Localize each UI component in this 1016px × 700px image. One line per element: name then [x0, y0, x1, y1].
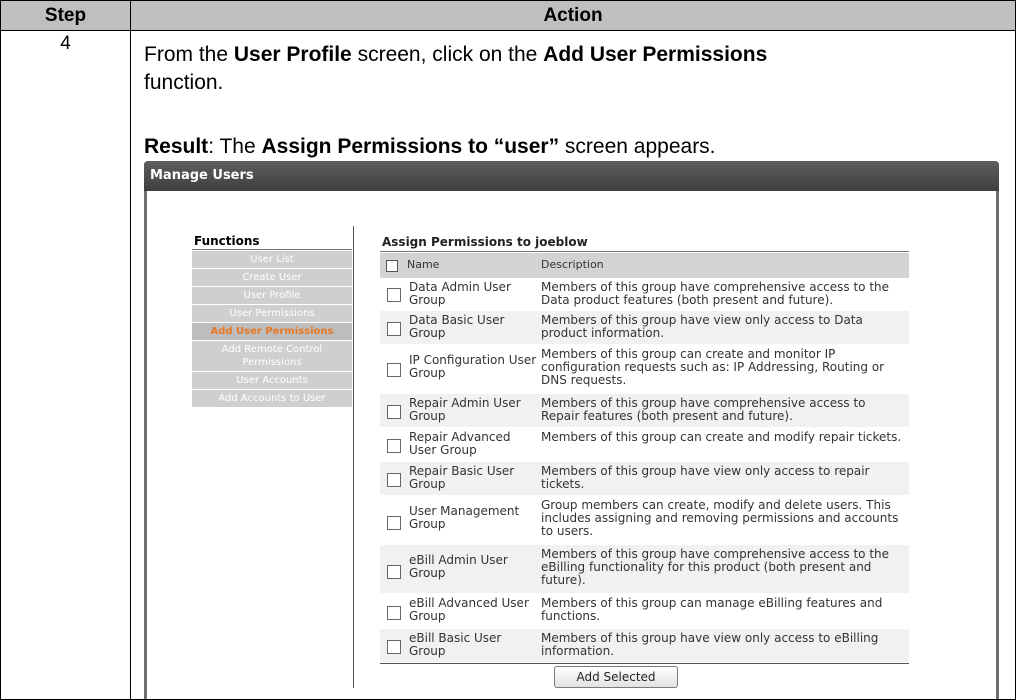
group-name: Repair Advanced User Group	[409, 430, 511, 457]
function-user-accounts[interactable]: User Accounts	[192, 372, 352, 389]
row-checkbox[interactable]	[387, 363, 401, 377]
action-column-header: Action	[543, 5, 603, 26]
function-create-user[interactable]: Create User	[192, 269, 352, 286]
group-name: eBill Basic User Group	[409, 631, 502, 658]
instruction-text: From the User Profile screen, click on t…	[144, 41, 984, 97]
table-row: eBill Admin User Group Members of this g…	[380, 545, 909, 594]
table-row: Repair Advanced User Group Members of th…	[380, 428, 909, 462]
row-checkbox[interactable]	[387, 640, 401, 654]
function-user-permissions[interactable]: User Permissions	[192, 305, 352, 322]
function-user-profile[interactable]: User Profile	[192, 287, 352, 304]
group-description: Group members can create, modify and del…	[541, 498, 899, 538]
row-checkbox[interactable]	[387, 288, 401, 302]
result-label: Result	[144, 135, 209, 158]
table-row: eBill Advanced User Group Members of thi…	[380, 594, 909, 629]
group-name: Data Admin User Group	[409, 280, 511, 307]
column-divider	[130, 1, 131, 699]
result-text-part: screen appears.	[559, 135, 716, 158]
group-description: Members of this group have comprehensive…	[541, 547, 890, 587]
group-name: eBill Admin User Group	[409, 553, 508, 580]
group-name: Repair Admin User Group	[409, 396, 521, 423]
instruction-bold-add-user-permissions: Add User Permissions	[543, 43, 768, 66]
group-description: Members of this group have comprehensive…	[541, 396, 866, 423]
instruction-text-part: From the	[144, 43, 234, 66]
assign-permissions-divider	[380, 251, 909, 252]
description-column-header: Description	[541, 258, 604, 271]
step-column-header: Step	[44, 5, 87, 26]
result-bold-screen-name: Assign Permissions to “user”	[261, 135, 560, 158]
panel-divider	[353, 226, 354, 688]
functions-divider	[192, 249, 352, 250]
instruction-bold-user-profile: User Profile	[233, 43, 352, 66]
add-selected-button[interactable]: Add Selected	[554, 666, 678, 688]
table-header-row: Step Action	[1, 1, 1015, 31]
step-number: 4	[60, 33, 71, 54]
window-body: Functions User List Create User User Pro…	[147, 191, 996, 699]
row-checkbox[interactable]	[387, 606, 401, 620]
grid-bottom-divider	[380, 663, 909, 664]
table-row: Repair Admin User Group Members of this …	[380, 394, 909, 428]
function-user-list[interactable]: User List	[192, 251, 352, 268]
select-all-checkbox[interactable]	[386, 260, 398, 272]
name-column-header: Name	[407, 258, 440, 271]
function-add-user-permissions[interactable]: Add User Permissions	[192, 323, 352, 340]
table-row: User Management Group Group members can …	[380, 496, 909, 545]
group-description: Members of this group can create and mod…	[541, 430, 902, 444]
window-title-bar: Manage Users	[144, 161, 999, 191]
table-row: Data Admin User Group Members of this gr…	[380, 278, 909, 311]
instruction-text-part: function.	[144, 71, 224, 94]
row-checkbox[interactable]	[387, 565, 401, 579]
group-description: Members of this group can manage eBillin…	[541, 596, 883, 623]
table-row: Repair Basic User Group Members of this …	[380, 462, 909, 496]
row-checkbox[interactable]	[387, 439, 401, 453]
group-name: IP Configuration User Group	[409, 353, 537, 380]
group-name: eBill Advanced User Group	[409, 596, 529, 623]
group-name: Repair Basic User Group	[409, 464, 515, 491]
table-row: IP Configuration User Group Members of t…	[380, 345, 909, 394]
step-table: Step Action 4 From the User Profile scre…	[0, 0, 1016, 700]
row-checkbox[interactable]	[387, 516, 401, 530]
manage-users-window: Manage Users Functions User List Create …	[144, 161, 999, 699]
row-checkbox[interactable]	[387, 322, 401, 336]
function-add-remote-control-permissions[interactable]: Add Remote Control Permissions	[192, 341, 352, 371]
group-description: Members of this group have view only acc…	[541, 464, 870, 491]
row-checkbox[interactable]	[387, 405, 401, 419]
instruction-text-part: screen, click on the	[351, 43, 544, 66]
group-description: Members of this group can create and mon…	[541, 347, 885, 387]
permissions-grid-header: Name Description	[380, 253, 909, 278]
function-add-accounts-to-user[interactable]: Add Accounts to User	[192, 390, 352, 407]
functions-menu: User List Create User User Profile User …	[192, 251, 352, 408]
result-text: Result: The Assign Permissions to “user”…	[144, 134, 1004, 160]
group-name: User Management Group	[409, 504, 520, 531]
group-description: Members of this group have view only acc…	[541, 631, 879, 658]
row-checkbox[interactable]	[387, 473, 401, 487]
group-name: Data Basic User Group	[409, 313, 505, 340]
functions-heading: Functions	[194, 234, 260, 248]
group-description: Members of this group have view only acc…	[541, 313, 863, 340]
result-text-part: : The	[208, 135, 262, 158]
table-row: eBill Basic User Group Members of this g…	[380, 629, 909, 663]
group-description: Members of this group have comprehensive…	[541, 280, 890, 307]
assign-permissions-heading: Assign Permissions to joeblow	[382, 235, 588, 249]
table-row: Data Basic User Group Members of this gr…	[380, 311, 909, 345]
